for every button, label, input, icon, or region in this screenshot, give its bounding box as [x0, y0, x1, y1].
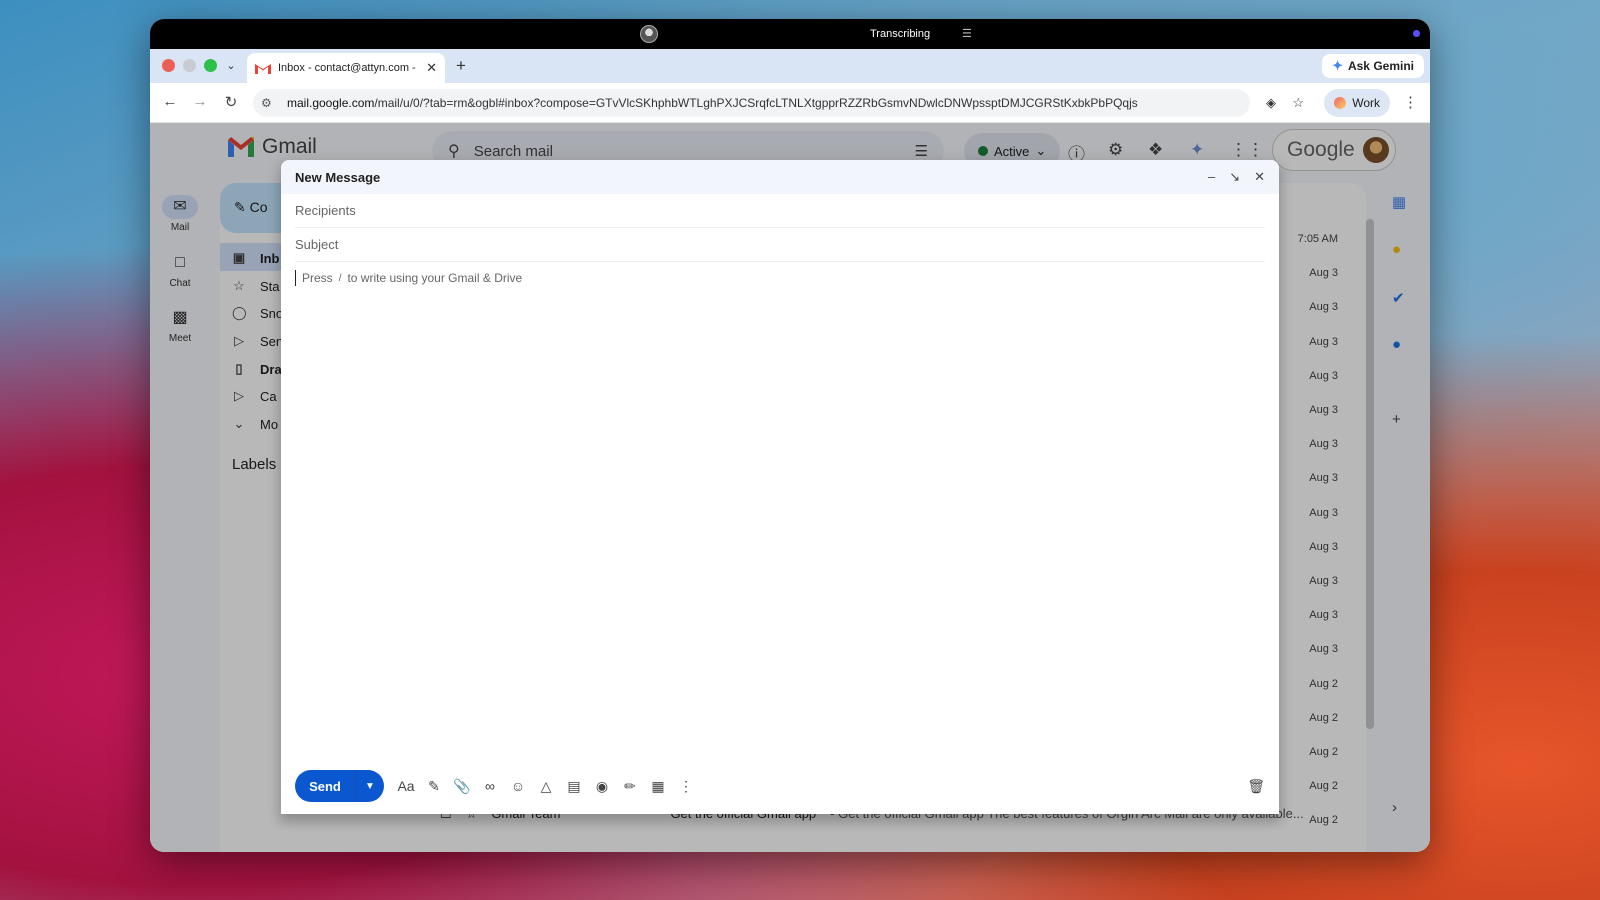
forward-icon[interactable]: →: [190, 93, 210, 110]
formatting-toolbar: Aa ✎ 📎 ∞ ☺ △ ▤ ◉ ✏ ▦ ⋮: [392, 778, 700, 795]
body-hint-post: to write using your Gmail & Drive: [347, 271, 523, 285]
close-tab-icon[interactable]: ✕: [426, 60, 437, 76]
tab-gmail-inbox[interactable]: Inbox - contact@attyn.com - ✕: [247, 53, 445, 83]
insert-signature-icon[interactable]: ✏: [616, 778, 644, 795]
formatting-options-icon[interactable]: Aa: [392, 778, 420, 794]
minimize-window-button[interactable]: [183, 59, 196, 72]
send-button-group: Send ▼: [295, 770, 384, 802]
transcribing-status: Transcribing: [870, 28, 931, 40]
insert-link-icon[interactable]: ∞: [476, 778, 504, 794]
compose-title: New Message: [295, 169, 381, 185]
slash-key-hint: /: [338, 272, 342, 284]
camera-avatar-icon: [640, 25, 658, 43]
browser-toolbar: ← → ↻ ⚙ mail.google.com/mail/u/0/?tab=rm…: [150, 83, 1430, 123]
transcribe-icon[interactable]: ☰: [962, 27, 972, 40]
gemini-sparkle-icon: ✦: [1332, 58, 1343, 73]
bookmark-star-icon[interactable]: ☆: [1292, 95, 1304, 111]
profile-work-button[interactable]: Work: [1324, 89, 1390, 117]
back-icon[interactable]: ←: [160, 93, 180, 110]
browser-menu-icon[interactable]: ⋮: [1403, 93, 1418, 111]
minimize-icon[interactable]: ‒: [1208, 169, 1215, 185]
body-hint-pre: Press: [302, 271, 333, 285]
ask-gemini-button[interactable]: ✦ Ask Gemini: [1322, 54, 1424, 78]
recipients-field[interactable]: Recipients: [295, 194, 1265, 228]
tab-list-chevron-icon[interactable]: ⌄: [222, 57, 240, 75]
insert-drive-icon[interactable]: △: [532, 778, 560, 795]
send-options-chevron-icon[interactable]: ▼: [356, 770, 384, 802]
compose-footer: Send ▼ Aa ✎ 📎 ∞ ☺ △ ▤ ◉ ✏ ▦ ⋮ 🗑: [295, 770, 1265, 802]
window-controls: [162, 59, 217, 72]
site-settings-icon[interactable]: ⚙: [261, 96, 279, 110]
text-cursor: [295, 270, 296, 286]
compose-header[interactable]: New Message ‒ ↘ ✕: [281, 160, 1279, 194]
tab-title: Inbox - contact@attyn.com -: [278, 62, 416, 74]
schedule-calendar-icon[interactable]: ▦: [644, 778, 672, 795]
url-host: mail.google.com: [287, 96, 375, 110]
more-options-icon[interactable]: ⋮: [672, 778, 700, 795]
reload-icon[interactable]: ↻: [221, 93, 241, 111]
ask-gemini-label: Ask Gemini: [1347, 59, 1414, 73]
profile-avatar-icon: [1334, 97, 1347, 109]
discard-draft-icon[interactable]: 🗑: [1247, 778, 1265, 795]
subject-field[interactable]: Subject: [295, 228, 1265, 262]
insert-photo-icon[interactable]: ▤: [560, 778, 588, 795]
profile-label: Work: [1352, 96, 1380, 110]
confidential-mode-icon[interactable]: ◉: [588, 778, 616, 795]
tab-strip: ⌄ Inbox - contact@attyn.com - ✕ + ✦ Ask …: [150, 49, 1430, 83]
gmail-favicon-icon: [255, 64, 271, 74]
browser-window: Transcribing ☰ ⌄ Inbox - contact@attyn.c…: [150, 19, 1430, 852]
recording-dot-icon: [1413, 30, 1420, 37]
send-button[interactable]: Send: [295, 770, 356, 802]
message-body[interactable]: Press / to write using your Gmail & Driv…: [295, 270, 1265, 286]
tracking-eye-icon[interactable]: ◈: [1266, 95, 1276, 111]
close-window-button[interactable]: [162, 59, 175, 72]
attach-file-icon[interactable]: 📎: [448, 778, 476, 795]
help-me-write-icon[interactable]: ✎: [420, 778, 448, 795]
close-icon[interactable]: ✕: [1254, 169, 1265, 185]
compose-dialog: New Message ‒ ↘ ✕ Recipients Subject Pre…: [281, 160, 1279, 814]
address-bar[interactable]: ⚙ mail.google.com/mail/u/0/?tab=rm&ogbl#…: [253, 89, 1250, 117]
new-tab-button[interactable]: +: [456, 56, 466, 76]
maximize-window-button[interactable]: [204, 59, 217, 72]
insert-emoji-icon[interactable]: ☺: [504, 778, 532, 794]
exit-fullscreen-icon[interactable]: ↘: [1229, 169, 1240, 185]
system-status-bar: Transcribing ☰: [150, 19, 1430, 49]
url-path: /mail/u/0/?tab=rm&ogbl#inbox?compose=GTv…: [374, 96, 1138, 110]
url-text: mail.google.com/mail/u/0/?tab=rm&ogbl#in…: [287, 96, 1250, 110]
